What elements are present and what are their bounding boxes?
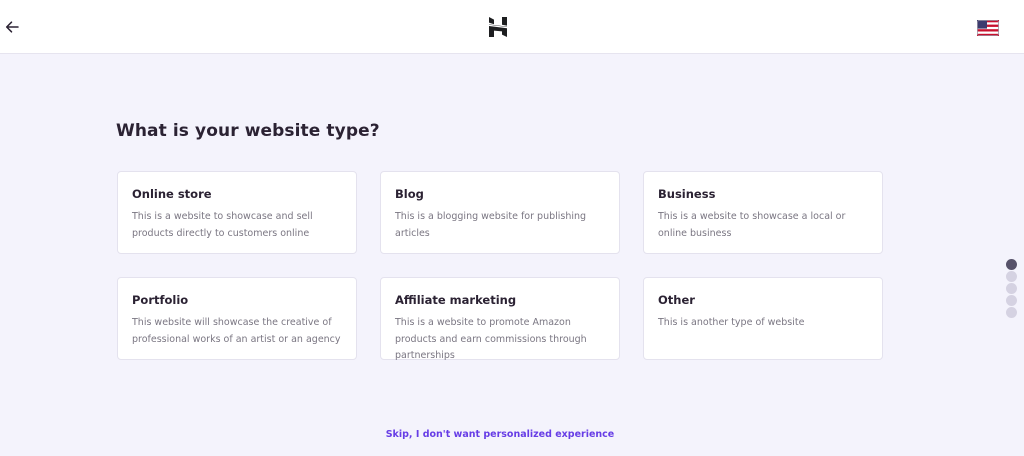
- card-description: This is a blogging website for publishin…: [395, 211, 587, 239]
- step-indicator: [1006, 259, 1018, 319]
- back-button[interactable]: [2, 17, 22, 37]
- step-dot-3[interactable]: [1006, 283, 1017, 294]
- card-title: Other: [658, 293, 695, 307]
- top-bar: [0, 0, 1024, 54]
- skip-personalization-link[interactable]: Skip, I don't want personalized experien…: [0, 429, 1000, 440]
- website-type-card-online-store[interactable]: Online store This is a website to showca…: [117, 171, 357, 254]
- card-title: Affiliate marketing: [395, 293, 517, 307]
- hostinger-logo-icon: [489, 17, 507, 37]
- arrow-left-icon: [5, 21, 19, 33]
- page-title: What is your website type?: [116, 121, 380, 141]
- step-dot-2[interactable]: [1006, 271, 1017, 282]
- card-title: Portfolio: [132, 293, 189, 307]
- step-dot-1[interactable]: [1006, 259, 1017, 270]
- card-description: This is a website to showcase a local or…: [658, 211, 846, 239]
- card-description: This is a website to showcase and sell p…: [132, 211, 313, 239]
- step-dot-5[interactable]: [1006, 307, 1017, 318]
- card-title: Business: [658, 187, 716, 201]
- step-dot-4[interactable]: [1006, 295, 1017, 306]
- card-description: This is a website to promote Amazon prod…: [395, 317, 587, 361]
- card-title: Blog: [395, 187, 424, 201]
- card-description: This website will showcase the creative …: [132, 317, 341, 345]
- us-flag-icon[interactable]: [977, 20, 999, 36]
- website-type-card-blog[interactable]: Blog This is a blogging website for publ…: [380, 171, 620, 254]
- card-description: This is another type of website: [658, 317, 805, 328]
- website-type-card-affiliate-marketing[interactable]: Affiliate marketing This is a website to…: [380, 277, 620, 361]
- website-type-card-portfolio[interactable]: Portfolio This website will showcase the…: [117, 277, 357, 360]
- website-type-card-business[interactable]: Business This is a website to showcase a…: [643, 171, 883, 254]
- website-type-card-other[interactable]: Other This is another type of website: [643, 277, 883, 360]
- card-title: Online store: [132, 187, 212, 201]
